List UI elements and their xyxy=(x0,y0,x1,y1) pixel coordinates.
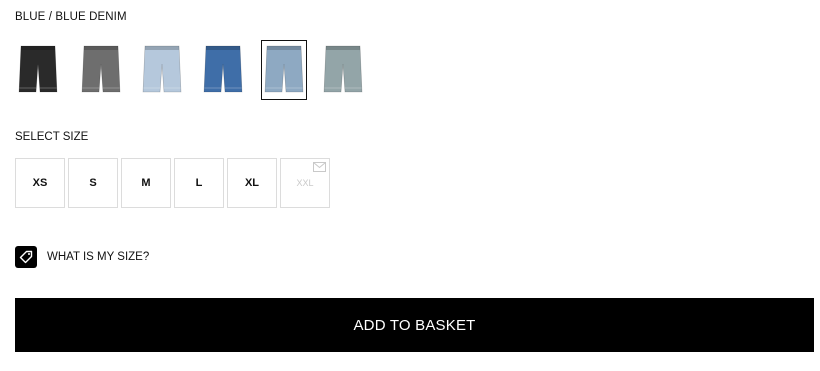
light-blue-shorts-image xyxy=(142,45,182,93)
size-label-s: S xyxy=(89,177,97,189)
size-option-s[interactable]: S xyxy=(68,158,118,208)
size-options: XS S M L XL XXL xyxy=(15,158,335,208)
size-label-xl: XL xyxy=(244,177,260,189)
blue-denim-shorts-image xyxy=(264,45,304,93)
size-option-xl[interactable]: XL xyxy=(227,158,277,208)
swatch-mid-blue[interactable] xyxy=(200,40,246,100)
size-label-xxl: XXL xyxy=(296,178,314,188)
washed-blue-shorts-image xyxy=(323,45,363,93)
size-option-m[interactable]: M xyxy=(121,158,171,208)
swatch-grey[interactable] xyxy=(78,40,124,100)
swatch-black[interactable] xyxy=(15,40,61,100)
grey-shorts-image xyxy=(81,45,121,93)
add-to-basket-button[interactable]: ADD TO BASKET xyxy=(15,298,814,352)
size-guide-label: WHAT IS MY SIZE? xyxy=(47,251,150,263)
size-option-xxl[interactable]: XXL xyxy=(280,158,330,208)
size-label-xs: XS xyxy=(32,177,48,189)
color-swatches xyxy=(15,40,375,104)
swatch-washed-blue[interactable] xyxy=(320,40,366,100)
size-label-m: M xyxy=(141,177,151,189)
swatch-light-blue[interactable] xyxy=(139,40,185,100)
swatch-blue-denim[interactable] xyxy=(261,40,307,100)
size-option-xs[interactable]: XS xyxy=(15,158,65,208)
tag-icon xyxy=(15,246,37,268)
envelope-icon xyxy=(313,162,326,172)
color-label: BLUE / BLUE DENIM xyxy=(15,11,127,23)
mid-blue-shorts-image xyxy=(203,45,243,93)
size-option-l[interactable]: L xyxy=(174,158,224,208)
size-guide-link[interactable]: WHAT IS MY SIZE? xyxy=(15,246,149,268)
size-label-l: L xyxy=(195,177,203,189)
size-label: SELECT SIZE xyxy=(15,131,89,143)
black-shorts-image xyxy=(18,45,58,93)
